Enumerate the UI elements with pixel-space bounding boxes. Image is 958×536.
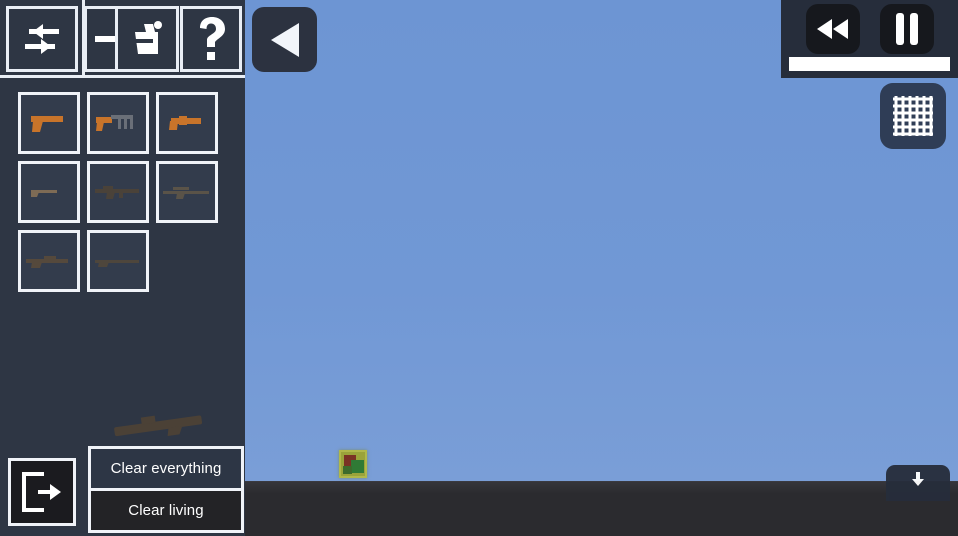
game-screen: Clear everything Clear living xyxy=(0,0,958,536)
rewind-button[interactable] xyxy=(805,4,860,54)
download-button[interactable] xyxy=(886,465,950,501)
pause-button[interactable] xyxy=(879,4,934,54)
weapon-row xyxy=(18,161,238,223)
clear-living-button[interactable]: Clear living xyxy=(91,491,241,530)
rocket-launcher-icon xyxy=(114,415,203,437)
weapon-slot-assault-rifle[interactable] xyxy=(87,161,149,223)
playback-panel xyxy=(781,0,958,78)
grid-toggle-button[interactable] xyxy=(880,83,946,149)
floating-weapon-preview xyxy=(108,412,212,438)
swap-arrows-icon xyxy=(25,24,59,54)
grid-icon xyxy=(893,96,933,136)
weapon-row xyxy=(18,92,238,154)
sniper-rifle-icon xyxy=(163,187,209,199)
speed-bar-fill xyxy=(789,57,950,71)
weapon-slot-machine-gun[interactable] xyxy=(18,230,80,292)
entity-part-limb xyxy=(343,466,352,474)
clear-everything-button[interactable]: Clear everything xyxy=(91,449,241,488)
paint-bucket-icon xyxy=(135,21,162,54)
machine-gun-icon xyxy=(26,256,68,268)
weapon-slot-shotgun[interactable] xyxy=(18,161,80,223)
speed-bar-track[interactable] xyxy=(789,57,950,71)
entity-part-body xyxy=(351,460,364,473)
weapon-inventory-grid xyxy=(18,92,238,299)
clear-buttons-group: Clear everything Clear living xyxy=(88,446,244,533)
playback-buttons-row xyxy=(781,4,958,54)
left-sidebar: Clear everything Clear living xyxy=(0,0,245,536)
back-button[interactable] xyxy=(252,7,317,72)
exit-button[interactable] xyxy=(8,458,76,526)
spawned-entity[interactable] xyxy=(339,450,367,478)
weapon-slot-pistol[interactable] xyxy=(18,92,80,154)
smg-icon xyxy=(96,115,133,131)
play-left-triangle-icon xyxy=(270,22,299,57)
pistol-icon xyxy=(31,116,63,132)
weapon-row xyxy=(18,230,238,292)
weapon-slot-smg[interactable] xyxy=(87,92,149,154)
rifle-icon xyxy=(95,260,139,267)
rewind-icon xyxy=(816,19,848,39)
exit-door-icon xyxy=(22,472,61,512)
paint-tool-button[interactable] xyxy=(115,6,179,72)
swap-tool-button[interactable] xyxy=(6,6,78,72)
download-icon xyxy=(912,472,924,486)
weapon-slot-revolver[interactable] xyxy=(156,92,218,154)
question-mark-icon xyxy=(200,17,225,60)
assault-rifle-icon xyxy=(95,186,139,199)
pause-icon xyxy=(895,13,918,45)
toolbar-underline xyxy=(0,75,245,78)
weapon-slot-sniper-rifle[interactable] xyxy=(156,161,218,223)
help-tool-button[interactable] xyxy=(180,6,242,72)
shotgun-icon xyxy=(31,190,57,197)
weapon-slot-rifle[interactable] xyxy=(87,230,149,292)
revolver-icon xyxy=(169,116,201,130)
sidebar-toolbar xyxy=(0,0,245,78)
